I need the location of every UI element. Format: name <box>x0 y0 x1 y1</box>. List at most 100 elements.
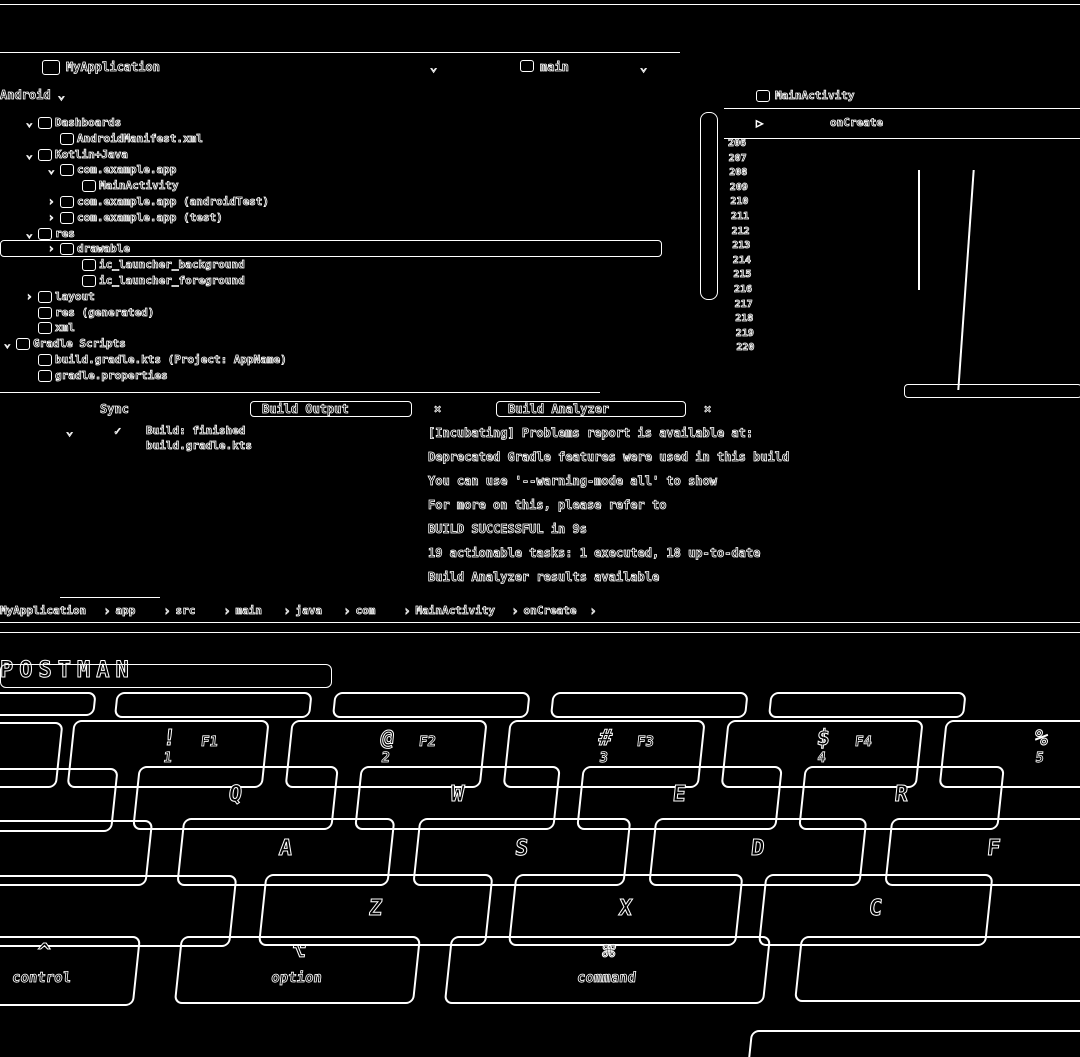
tree-scrollbar[interactable] <box>700 112 718 300</box>
build-file[interactable]: build.gradle.kts <box>146 439 253 453</box>
console-line: You can use '--warning-mode all' to show <box>428 474 718 489</box>
tree-item[interactable]: ⌄ res <box>26 226 76 241</box>
line-number: 214 <box>732 254 751 266</box>
chevron-right-icon[interactable]: › <box>48 210 60 224</box>
tab-sync[interactable]: Sync <box>100 402 130 417</box>
key-command[interactable]: ⌘ command <box>443 936 771 1004</box>
top-edge <box>0 4 1080 5</box>
run-icon[interactable]: ▷ <box>756 116 764 131</box>
project-icon[interactable] <box>42 60 60 75</box>
key-label: S <box>513 836 531 862</box>
breadcrumb-item[interactable]: onCreate <box>523 604 577 618</box>
tab-build-analyzer[interactable]: Build Analyzer <box>508 402 610 417</box>
breadcrumb-item[interactable]: java <box>295 604 322 618</box>
close-icon[interactable]: × <box>704 402 712 417</box>
tree-item-label: Gradle Scripts <box>33 337 127 351</box>
key-label: Z <box>367 896 385 922</box>
line-number: 220 <box>736 342 755 354</box>
build-status[interactable]: Build: finished <box>146 424 246 438</box>
breadcrumb-item[interactable]: main <box>235 604 262 618</box>
tree-item[interactable]: res (generated) <box>26 305 155 320</box>
tree-item[interactable]: ic_launcher_foreground <box>70 274 245 288</box>
chevron-down-icon[interactable]: ⌄ <box>430 60 438 75</box>
folder-icon <box>60 132 74 145</box>
tree-item[interactable]: MainActivity <box>70 179 179 193</box>
chevron-down-icon[interactable]: ⌄ <box>26 226 38 240</box>
key-label: X <box>617 896 635 922</box>
key-option[interactable]: ⌥ option <box>173 936 421 1004</box>
tree-item[interactable]: ⌄ com.example.app <box>48 163 177 177</box>
code-indent-guide <box>918 170 920 290</box>
editor-tab[interactable]: onCreate <box>830 116 884 130</box>
folder-icon <box>60 164 74 177</box>
tree-item-label: gradle.properties <box>55 368 168 382</box>
folder-icon <box>38 306 52 319</box>
folder-icon <box>38 117 52 129</box>
key-label: R <box>893 782 911 808</box>
folder-icon <box>38 290 52 303</box>
key-sublabel: 1 <box>162 750 173 767</box>
tree-item-label: ic_launcher_background <box>99 258 246 272</box>
chevron-down-icon[interactable]: ⌄ <box>640 60 648 75</box>
tree-item-label: build.gradle.kts (Project: AppName) <box>55 353 288 367</box>
branch-icon[interactable] <box>520 60 534 72</box>
tree-item[interactable]: AndroidManifest.xml <box>48 131 203 146</box>
file-tab-active[interactable]: MainActivity <box>775 89 855 103</box>
breadcrumb-item[interactable]: MainActivity <box>415 604 495 618</box>
chevron-down-icon[interactable]: ⌄ <box>4 337 16 351</box>
key-label: F <box>985 836 1003 862</box>
key-control[interactable]: ^ control <box>0 936 141 1006</box>
breadcrumb-item[interactable]: com <box>355 604 376 618</box>
tree-item[interactable]: ⌄ Dashboards <box>26 116 122 130</box>
tree-item[interactable]: ⌄ Kotlin+Java <box>26 147 129 162</box>
chevron-down-icon[interactable]: ⌄ <box>26 147 38 161</box>
key-fn[interactable]: F2 <box>331 692 531 750</box>
line-number: 215 <box>733 269 752 281</box>
chevron-down-icon[interactable]: ⌄ <box>66 424 74 439</box>
close-icon[interactable]: × <box>434 402 442 417</box>
chevron-right-icon[interactable]: › <box>26 289 38 303</box>
key-label: @ <box>379 726 397 752</box>
tree-item[interactable]: xml <box>26 321 75 335</box>
panel-title[interactable]: Android ⌄ <box>0 88 65 103</box>
key-fn[interactable]: F4 <box>767 692 967 750</box>
folder-icon <box>38 148 52 161</box>
breadcrumb-edge <box>60 597 160 598</box>
key-esc[interactable] <box>0 692 97 716</box>
key-fn[interactable]: F1 <box>113 692 313 750</box>
project-name[interactable]: MyApplication <box>66 60 161 75</box>
tab-build-output[interactable]: Build Output <box>262 402 350 417</box>
key-label: Q <box>227 782 245 808</box>
branch-label[interactable]: main <box>540 60 570 75</box>
breadcrumb-item[interactable]: MyApplication <box>0 604 86 618</box>
editor-hscroll[interactable] <box>904 384 1080 398</box>
tree-item[interactable]: ⌄ Gradle Scripts <box>4 337 127 351</box>
line-number: 207 <box>728 152 747 164</box>
device-icon[interactable] <box>756 90 770 102</box>
chevron-right-icon: › <box>223 604 231 619</box>
tree-item-label: Dashboards <box>55 116 122 130</box>
tree-item-label: com.example.app (androidTest) <box>77 195 270 209</box>
tree-item-label: com.example.app (test) <box>77 210 224 224</box>
key-space[interactable] <box>794 936 1080 1002</box>
key-label: E <box>671 782 689 808</box>
tree-item[interactable]: ic_launcher_background <box>70 258 245 272</box>
trackpad[interactable] <box>744 1030 1080 1057</box>
tree-item[interactable]: › layout <box>26 289 96 304</box>
chevron-right-icon[interactable]: › <box>48 195 60 209</box>
tree-item[interactable]: build.gradle.kts (Project: AppName) <box>26 353 287 367</box>
tree-item[interactable]: › com.example.app (test) <box>48 210 224 225</box>
key-fn[interactable]: F3 <box>549 692 749 750</box>
key-label: ^ <box>35 940 53 966</box>
screen-bottom-edge <box>0 622 1080 623</box>
key-label: $ <box>815 726 833 752</box>
breadcrumb-item[interactable]: src <box>175 604 196 618</box>
photo-stage: MyApplication ⌄ main ⌄ MainActivity Andr… <box>0 0 1080 1057</box>
breadcrumb-item[interactable]: app <box>115 604 136 618</box>
console-line: [Incubating] Problems report is availabl… <box>428 426 754 441</box>
tree-item[interactable]: › com.example.app (androidTest) <box>48 195 270 209</box>
tree-item[interactable]: gradle.properties <box>26 368 168 383</box>
check-icon: ✓ <box>114 424 122 439</box>
chevron-down-icon[interactable]: ⌄ <box>26 116 38 130</box>
chevron-down-icon[interactable]: ⌄ <box>48 163 60 177</box>
